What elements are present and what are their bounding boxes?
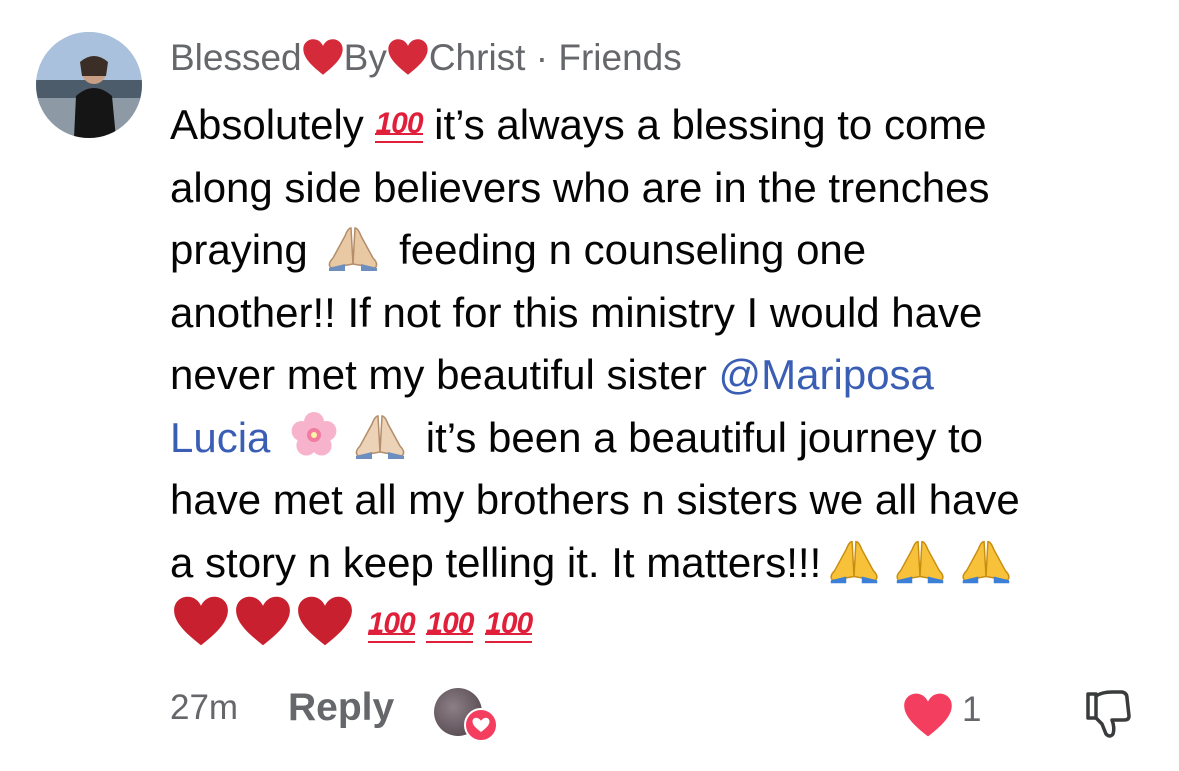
hundred-points-icon: 100 <box>426 607 474 643</box>
red-heart-icon <box>174 596 228 646</box>
red-heart-icon <box>298 596 352 646</box>
comment-line: 100 100 100 <box>170 594 1160 657</box>
comment-line: Lucia it’s been a beautiful journey to <box>170 407 1160 470</box>
folded-hands-icon <box>962 540 1010 583</box>
comment-header: Blessed By Christ · Friends <box>170 34 682 82</box>
comment-line: along side believers who are in the tren… <box>170 163 990 211</box>
comment-line: have met all my brothers n sisters we al… <box>170 476 1020 523</box>
heart-icon <box>472 717 490 732</box>
comment-line: Absolutely 100 it’s always a blessing to… <box>170 101 987 148</box>
hundred-points-icon: 100 <box>375 107 424 143</box>
timestamp[interactable]: 27m <box>170 688 238 728</box>
relationship-label: Friends <box>558 37 682 78</box>
comment-line: never met my beautiful sister @Mariposa <box>170 351 934 398</box>
red-heart-icon <box>302 39 343 75</box>
avatar-photo <box>36 32 142 138</box>
cherry-blossom-icon <box>291 411 337 455</box>
folded-hands-icon <box>329 227 378 271</box>
hundred-points-icon: 100 <box>485 607 533 643</box>
red-heart-icon <box>388 39 428 75</box>
reply-button[interactable]: Reply <box>288 686 394 730</box>
mention-link[interactable]: @Mariposa <box>719 351 934 398</box>
header-separator: · <box>525 37 559 78</box>
reaction-count: 1 <box>962 690 982 729</box>
red-heart-icon <box>236 596 290 646</box>
folded-hands-icon <box>830 540 878 583</box>
mention-link[interactable]: Lucia <box>170 414 270 461</box>
comment-line: praying feeding n counseling one <box>170 226 867 273</box>
author-avatar[interactable] <box>36 32 142 138</box>
folded-hands-icon <box>355 414 405 459</box>
thumbs-down-icon[interactable] <box>1082 688 1132 740</box>
comment-footer: 27m Reply 1 <box>0 686 1179 742</box>
comment-body: Absolutely 100 it’s always a blessing to… <box>170 94 1160 657</box>
comment-line: another!! If not for this ministry I wou… <box>170 288 983 336</box>
comment-line: a story n keep telling it. It matters!!! <box>170 532 1160 595</box>
love-reaction-badge <box>464 708 498 742</box>
folded-hands-icon <box>896 540 944 583</box>
love-heart-icon[interactable] <box>902 692 954 738</box>
author-name[interactable]: Blessed By Christ <box>170 37 525 78</box>
hundred-points-icon: 100 <box>367 607 416 643</box>
